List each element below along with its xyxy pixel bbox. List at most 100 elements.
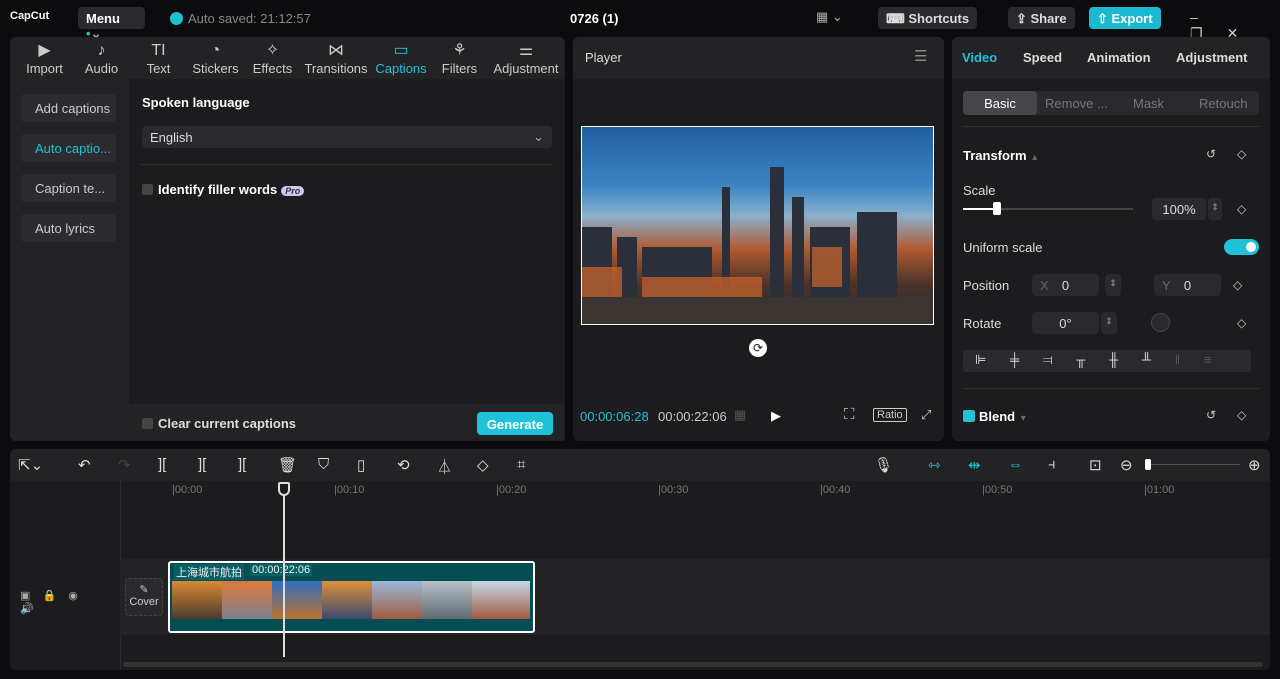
- tab-speed[interactable]: Speed: [1023, 50, 1062, 65]
- position-x-input[interactable]: X0: [1032, 274, 1099, 296]
- uniform-scale-toggle[interactable]: [1224, 239, 1259, 255]
- redo-icon[interactable]: ↷: [118, 456, 131, 474]
- rotate-handle-icon[interactable]: ⟳: [749, 339, 767, 357]
- export-button[interactable]: ⇧ Export: [1089, 7, 1161, 29]
- hamburger-menu-icon[interactable]: ☰: [914, 47, 927, 65]
- scale-stepper[interactable]: ⇕: [1208, 198, 1222, 220]
- share-button[interactable]: ⇪ Share: [1008, 7, 1075, 29]
- track-video-icon[interactable]: ▣: [20, 590, 30, 602]
- zoom-in-icon[interactable]: ⊕: [1248, 456, 1261, 474]
- auto-lyrics-button[interactable]: Auto lyrics: [21, 214, 116, 242]
- undo-icon[interactable]: ↶: [78, 456, 91, 474]
- clear-captions-checkbox[interactable]: Clear current captions: [142, 416, 296, 431]
- blend-checkbox[interactable]: [963, 410, 975, 422]
- tab-audio[interactable]: ♪ Audio: [73, 37, 130, 79]
- play-button[interactable]: ▶: [771, 408, 781, 424]
- expand-icon[interactable]: ⤢: [921, 407, 931, 423]
- add-captions-button[interactable]: Add captions: [21, 94, 116, 122]
- crop-icon[interactable]: ⌗: [517, 456, 525, 473]
- filler-words-checkbox[interactable]: Identify filler words Pro: [142, 182, 305, 197]
- keyframe-icon[interactable]: ◇: [1237, 147, 1246, 161]
- tab-animation[interactable]: Animation: [1087, 50, 1151, 65]
- horizontal-scrollbar[interactable]: [123, 662, 1263, 667]
- tab-stickers[interactable]: ◔ Stickers: [187, 37, 244, 79]
- split-right-icon[interactable]: ][: [238, 456, 246, 473]
- reset-icon[interactable]: ↺: [1206, 147, 1216, 161]
- checkbox[interactable]: [142, 418, 153, 429]
- tab-adjustment[interactable]: ⚌ Adjustment: [488, 37, 564, 79]
- subtab-remove[interactable]: Remove ...: [1045, 96, 1108, 111]
- shortcuts-button[interactable]: ⌨ Shortcuts: [878, 7, 978, 29]
- fullscreen-focus-icon[interactable]: ⛶: [844, 406, 855, 423]
- tab-adjustment-inspector[interactable]: Adjustment: [1176, 50, 1248, 65]
- keyframe-icon[interactable]: ◇: [1237, 202, 1246, 216]
- caption-template-button[interactable]: Caption te...: [21, 174, 116, 202]
- scale-input[interactable]: 100%: [1152, 198, 1206, 220]
- playhead[interactable]: [278, 482, 290, 657]
- zoom-slider-handle[interactable]: [1145, 459, 1151, 470]
- x-stepper[interactable]: ⇕: [1105, 274, 1121, 296]
- lock-icon[interactable]: 🔒: [42, 590, 56, 602]
- cover-button[interactable]: ✎ Cover: [125, 578, 163, 616]
- video-clip[interactable]: 上海城市航拍 00:00:22:06: [168, 561, 535, 633]
- align-center-v-icon[interactable]: ╫: [1109, 352, 1118, 367]
- scale-slider-handle[interactable]: [993, 202, 1001, 215]
- thumbnail-toggle-icon[interactable]: ⊡: [1089, 456, 1102, 474]
- mirror-icon[interactable]: ⏃: [437, 456, 452, 477]
- zoom-out-icon[interactable]: ⊖: [1120, 456, 1133, 474]
- align-bottom-icon[interactable]: ╨: [1142, 352, 1151, 367]
- rotate-stepper[interactable]: ⇕: [1101, 312, 1117, 334]
- delete-icon[interactable]: 🗑: [278, 456, 297, 474]
- audio-volume-icon[interactable]: 🔊: [20, 603, 34, 615]
- align-top-icon[interactable]: ╥: [1076, 352, 1085, 367]
- align-right-icon[interactable]: ⫤: [1043, 352, 1053, 367]
- freeze-icon[interactable]: ▯: [357, 456, 365, 474]
- scale-slider[interactable]: [963, 202, 1133, 215]
- align-center-h-icon[interactable]: ╪: [1010, 352, 1019, 367]
- generate-button[interactable]: Generate: [477, 412, 553, 435]
- tab-filters[interactable]: ⚘ Filters: [431, 37, 488, 79]
- split-left-icon[interactable]: ][: [198, 456, 206, 473]
- video-preview[interactable]: [581, 126, 934, 325]
- split-icon[interactable]: ][: [158, 456, 166, 473]
- tab-captions[interactable]: ▭ Captions: [371, 37, 431, 79]
- microphone-icon[interactable]: 🎙: [874, 456, 893, 474]
- keyframe-icon[interactable]: ◇: [1233, 278, 1242, 292]
- reverse-icon[interactable]: ⟲: [397, 456, 410, 474]
- rotate-input[interactable]: 0°: [1032, 312, 1099, 334]
- subtab-mask[interactable]: Mask: [1133, 96, 1164, 111]
- select-tool-icon[interactable]: ⇱⌄: [18, 456, 43, 474]
- position-y-input[interactable]: Y0: [1154, 274, 1221, 296]
- reset-icon[interactable]: ↺: [1206, 408, 1216, 422]
- preview-axis-icon[interactable]: ⫞: [1048, 456, 1056, 473]
- tab-import[interactable]: ▶ Import: [16, 37, 73, 79]
- keyframe-icon[interactable]: ◇: [1237, 316, 1246, 330]
- marker-icon[interactable]: ⛉: [318, 456, 329, 473]
- distribute-icon[interactable]: ‖ ≡: [1175, 352, 1212, 367]
- subtab-retouch[interactable]: Retouch: [1199, 96, 1247, 111]
- align-toolbar[interactable]: ⊫ ╪ ⫤ ╥ ╫ ╨ ‖ ≡: [963, 350, 1251, 372]
- checkbox[interactable]: [142, 184, 153, 195]
- transform-header[interactable]: Transform ▲: [963, 148, 1039, 163]
- align-left-icon[interactable]: ⊫: [975, 352, 986, 367]
- linkage-icon[interactable]: ⇔: [1008, 456, 1023, 473]
- main-track-magnet-icon[interactable]: ⇿: [928, 456, 941, 474]
- zoom-slider[interactable]: [1145, 459, 1240, 470]
- minimize-icon[interactable]: –: [1190, 9, 1222, 25]
- tab-transitions[interactable]: ⋈ Transitions: [301, 37, 371, 79]
- rotate-dial[interactable]: [1151, 313, 1170, 332]
- keyframe-icon[interactable]: ◇: [1237, 408, 1246, 422]
- subtab-basic[interactable]: Basic: [963, 91, 1037, 115]
- tab-video[interactable]: Video: [962, 50, 997, 65]
- timeline-grid-icon[interactable]: ▦: [734, 407, 746, 423]
- menu-button[interactable]: Menu •⌄: [78, 7, 145, 41]
- auto-captions-button[interactable]: Auto captio...: [21, 134, 116, 162]
- tab-text[interactable]: TI Text: [130, 37, 187, 79]
- ratio-button[interactable]: Ratio: [873, 408, 907, 422]
- rotate-icon[interactable]: ◇: [477, 456, 489, 474]
- blend-header[interactable]: Blend ▼: [963, 409, 1028, 424]
- playhead-handle[interactable]: [278, 482, 290, 496]
- language-select[interactable]: English ⌄: [142, 126, 552, 148]
- auto-snap-icon[interactable]: ⇹: [968, 456, 981, 474]
- layout-icon[interactable]: ▦ ⌄: [816, 9, 843, 25]
